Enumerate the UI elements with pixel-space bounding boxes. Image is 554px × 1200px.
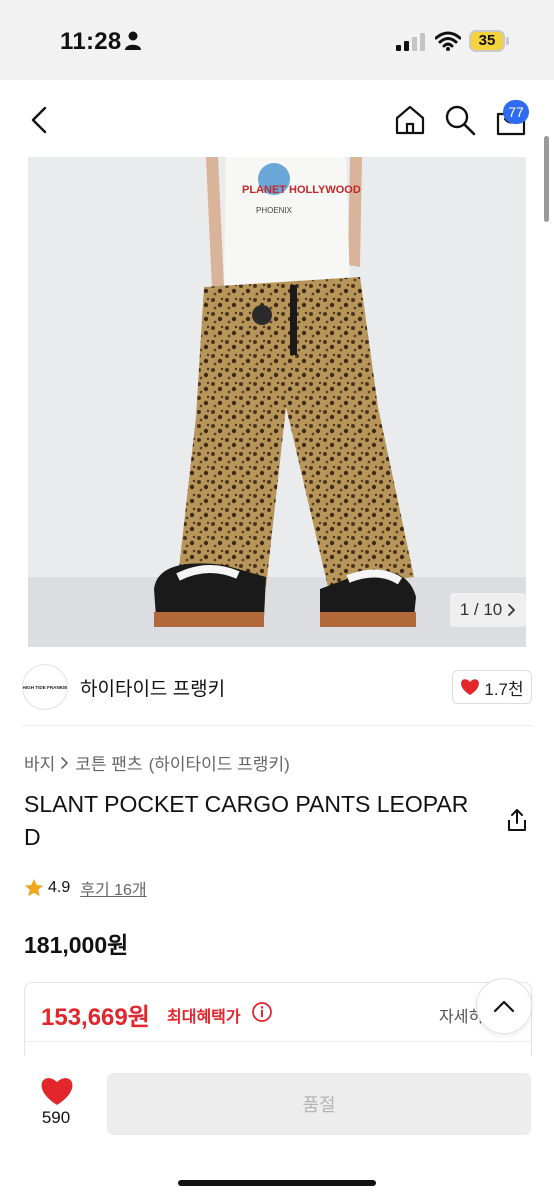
divider bbox=[22, 725, 532, 726]
svg-text:PHOENIX: PHOENIX bbox=[256, 206, 293, 215]
battery-indicator: 35 bbox=[469, 30, 509, 52]
svg-text:PLANET HOLLYWOOD: PLANET HOLLYWOOD bbox=[242, 184, 361, 196]
person-icon bbox=[125, 31, 141, 50]
image-counter[interactable]: 1 / 10 bbox=[450, 593, 526, 627]
chevron-right-icon bbox=[508, 604, 516, 616]
back-arrow-icon[interactable] bbox=[26, 106, 50, 134]
wifi-icon bbox=[435, 31, 461, 51]
share-icon[interactable] bbox=[506, 808, 528, 832]
brand-row[interactable]: HIGH TIDE FRANKIE 하이타이드 프랭키 1.7천 bbox=[22, 662, 532, 712]
wish-count: 590 bbox=[41, 1108, 71, 1127]
scroll-to-top-button[interactable] bbox=[476, 978, 532, 1034]
chevron-up-icon bbox=[493, 1000, 515, 1013]
search-icon[interactable] bbox=[444, 104, 476, 136]
home-indicator bbox=[178, 1180, 376, 1186]
brand-name[interactable]: 하이타이드 프랭키 bbox=[80, 674, 225, 701]
brand-logo-mark: HIGH TIDE FRANKIE bbox=[23, 685, 67, 690]
home-icon[interactable] bbox=[394, 104, 426, 136]
star-icon bbox=[25, 879, 43, 897]
product-title: SLANT POCKET CARGO PANTS LEOPARD bbox=[24, 791, 469, 850]
brand-logo[interactable]: HIGH TIDE FRANKIE bbox=[22, 664, 68, 710]
product-image[interactable]: PLANET HOLLYWOOD PHOENIX 1 / 10 bbox=[28, 157, 526, 647]
review-link[interactable]: 후기 16개 bbox=[80, 876, 146, 900]
info-icon[interactable] bbox=[251, 1001, 273, 1023]
bottom-action-bar: 590 품절 bbox=[0, 1056, 554, 1200]
app-header: 77 bbox=[0, 80, 554, 156]
brand-like-count: 1.7천 bbox=[484, 679, 524, 699]
battery-level: 35 bbox=[478, 32, 496, 49]
breadcrumb-item-brand[interactable]: (하이타이드 프랭키) bbox=[149, 750, 290, 775]
benefit-label: 최대혜택가 bbox=[167, 1009, 241, 1026]
svg-text:HIGH TIDE FRANKIE: HIGH TIDE FRANKIE bbox=[23, 685, 67, 690]
product-price: 181,000원 bbox=[24, 932, 129, 958]
chevron-right-icon bbox=[61, 756, 69, 769]
benefit-price: 153,669원 bbox=[41, 1004, 150, 1031]
product-photo: PLANET HOLLYWOOD PHOENIX bbox=[28, 157, 526, 647]
breadcrumb: 바지 코튼 팬츠 (하이타이드 프랭키) bbox=[24, 750, 290, 775]
scrollbar[interactable] bbox=[544, 136, 549, 222]
breadcrumb-item-pants[interactable]: 바지 bbox=[24, 750, 55, 775]
cart-count-badge: 77 bbox=[503, 100, 529, 124]
status-bar: 11:28 35 bbox=[0, 0, 554, 80]
rating-value: 4.9 bbox=[48, 879, 71, 896]
cellular-signal-icon bbox=[396, 33, 425, 51]
brand-like-button[interactable]: 1.7천 bbox=[452, 670, 532, 704]
status-time: 11:28 bbox=[60, 28, 122, 55]
soldout-button[interactable]: 품절 bbox=[107, 1073, 531, 1135]
breadcrumb-item-cotton-pants[interactable]: 코튼 팬츠 bbox=[75, 750, 142, 775]
heart-icon bbox=[461, 679, 480, 695]
heart-icon[interactable] bbox=[40, 1076, 74, 1106]
image-counter-text: 1 / 10 bbox=[459, 600, 503, 619]
divider bbox=[25, 1041, 531, 1042]
rating-row: 4.9 후기 16개 bbox=[24, 876, 147, 900]
